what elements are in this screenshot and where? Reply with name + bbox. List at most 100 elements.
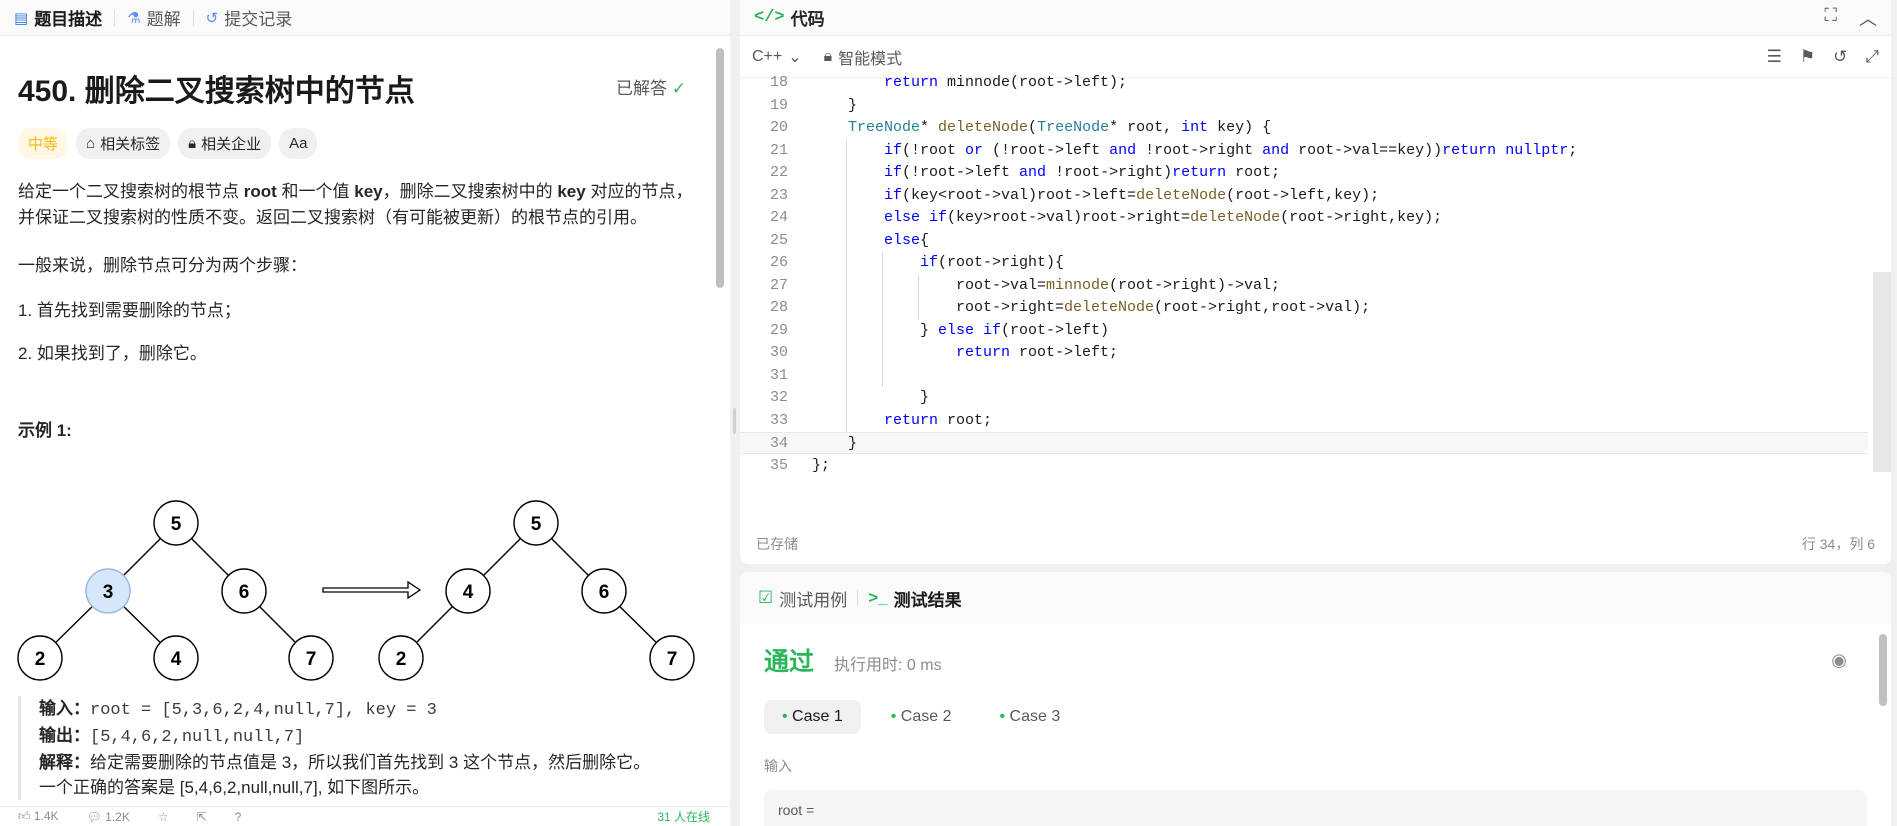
- arrow-right-icon: [322, 580, 422, 600]
- code-text: else{: [884, 231, 930, 249]
- help-icon[interactable]: ?: [235, 810, 242, 824]
- line-number: 19: [769, 96, 788, 114]
- editor-status-bar: 已存储 行 34，列 6: [740, 524, 1891, 564]
- code-line[interactable]: 19}: [740, 95, 1868, 117]
- left-scrollbar[interactable]: [716, 48, 724, 288]
- share-icon[interactable]: ⇱: [197, 810, 207, 824]
- splitter-grip[interactable]: [733, 408, 736, 434]
- step-1: 1. 首先找到需要删除的节点；: [18, 301, 241, 320]
- tree-node-label: 2: [396, 649, 407, 670]
- code-line[interactable]: 35};: [740, 455, 1868, 477]
- font-size-button[interactable]: Aa: [279, 128, 318, 159]
- problem-description: 给定一个二叉搜索树的根节点 root 和一个值 key，删除二叉搜索树中的 ke…: [18, 179, 694, 231]
- indent-guide: [882, 252, 883, 387]
- case-tab-3[interactable]: • Case 3: [982, 700, 1079, 734]
- indent-guide: [846, 139, 847, 432]
- line-number: 20: [769, 119, 788, 136]
- tab-test-results[interactable]: >_ 测试结果: [868, 586, 961, 611]
- line-number: 18: [769, 74, 788, 91]
- like-count: 1.4K: [33, 809, 59, 823]
- tree-diagram: 5 3 6 2 4 7 5 4 6 2 7: [17, 500, 695, 681]
- bookmark-icon[interactable]: ⚑: [1800, 47, 1815, 67]
- tree-node-label: 4: [463, 582, 474, 603]
- code-line[interactable]: 32}: [740, 387, 1868, 409]
- code-line[interactable]: 18 return minnode(root->left);: [740, 72, 1868, 94]
- code-text: };: [812, 456, 831, 474]
- desc-text: ，删除二叉搜索树中的: [382, 182, 558, 201]
- like-button[interactable]: 👍︎ 1.4K: [18, 809, 59, 824]
- code-line[interactable]: 20 TreeNode* deleteNode(TreeNode* root, i…: [740, 117, 1868, 139]
- related-companies-button[interactable]: 🔒︎ 相关企业: [178, 128, 272, 159]
- expand-icon[interactable]: ⤢: [1865, 47, 1879, 67]
- code-text: return minnode(root->left);: [884, 74, 1128, 91]
- related-companies-label: 相关企业: [201, 136, 262, 153]
- example-output: 输出：[5,4,6,2,null,null,7]: [39, 723, 650, 750]
- code-line[interactable]: 25 else{: [740, 230, 1868, 252]
- example-explanation: 解释：给定需要删除的节点值是 3，所以我们首先找到 3 这个节点，然后删除它。: [39, 750, 650, 775]
- font-size-label: Aa: [289, 135, 308, 152]
- code-line[interactable]: 23 if(key<root->val)root->left=deleteNode…: [740, 185, 1868, 207]
- collapse-icon[interactable]: ︿: [1859, 5, 1877, 31]
- cursor-position: 行 34，列 6: [1801, 536, 1875, 552]
- results-tab-bar: ☑ 测试用例 >_ 测试结果: [740, 572, 1891, 624]
- saved-status: 已存储: [756, 536, 798, 552]
- eye-icon[interactable]: ◉: [1831, 650, 1847, 671]
- desc-text: 和一个值: [276, 182, 355, 201]
- line-number: 32: [769, 389, 788, 406]
- code-line[interactable]: 26 if(root->right){: [740, 252, 1868, 274]
- tab-description-label: 题目描述: [34, 10, 103, 29]
- tab-test-cases[interactable]: ☑ 测试用例: [758, 586, 847, 611]
- code-text: TreeNode* deleteNode(TreeNode* root, int…: [848, 119, 1272, 136]
- tree-node-label: 6: [239, 582, 250, 603]
- tab-divider: [857, 590, 859, 606]
- document-icon: ▤: [14, 9, 29, 27]
- verdict-row: 通过 执行用时: 0 ms: [764, 642, 1867, 678]
- code-text: }: [920, 389, 930, 406]
- desc-key: key: [354, 182, 383, 201]
- input-box: root =: [764, 790, 1867, 826]
- line-number: 28: [769, 299, 788, 316]
- format-icon[interactable]: ☰: [1767, 47, 1782, 67]
- code-line[interactable]: 31: [740, 365, 1868, 387]
- vertical-splitter[interactable]: [730, 0, 740, 826]
- pass-dot-icon: •: [890, 708, 901, 725]
- case-tab-2[interactable]: • Case 2: [873, 700, 970, 734]
- smart-mode-toggle[interactable]: 🔒︎ 智能模式: [824, 45, 903, 69]
- reset-icon[interactable]: ↺: [1833, 47, 1847, 67]
- case-tab-1[interactable]: • Case 1: [764, 700, 861, 734]
- code-line[interactable]: 34}: [740, 432, 1868, 454]
- code-line[interactable]: 24 else if(key>root->val)root->right=dele…: [740, 207, 1868, 229]
- smart-mode-label: 智能模式: [838, 50, 903, 68]
- code-scrollbar[interactable]: [1873, 272, 1891, 472]
- language-select[interactable]: C++ ⌄: [752, 47, 802, 67]
- code-line[interactable]: 33 return root;: [740, 410, 1868, 432]
- tab-submissions[interactable]: ↺ 提交记录: [206, 5, 293, 30]
- star-icon[interactable]: ☆: [158, 810, 169, 824]
- language-label: C++: [752, 47, 783, 65]
- tab-solutions[interactable]: ⚗ 题解: [127, 5, 180, 30]
- tab-test-cases-label: 测试用例: [779, 590, 848, 610]
- input-label: 输入: [764, 758, 792, 774]
- lock-icon: 🔒︎: [823, 47, 833, 65]
- code-line[interactable]: 22 if(!root->left and !root->right)return…: [740, 162, 1868, 184]
- tree-node-label: 5: [171, 514, 182, 535]
- difficulty-badge: 中等: [18, 128, 69, 159]
- code-line[interactable]: 29} else if(root->left): [740, 320, 1868, 342]
- code-line[interactable]: 30 return root->left;: [740, 342, 1868, 364]
- line-number: 27: [769, 276, 788, 294]
- related-tags-button[interactable]: ⌂ 相关标签: [76, 128, 171, 159]
- fullscreen-icon[interactable]: ⛶: [1824, 5, 1837, 31]
- explain-label: 解释：: [39, 753, 90, 772]
- code-line[interactable]: 21 if(!root or (!root->left and !root->ri…: [740, 140, 1868, 162]
- tab-divider: [192, 9, 194, 26]
- tree-node-label: 7: [306, 649, 317, 670]
- code-line[interactable]: 28 root->right=deleteNode(root->right,roo…: [740, 297, 1868, 319]
- problem-panel: ▤ 题目描述 ⚗ 题解 ↺ 提交记录 450. 删除二叉搜索树中的节点 已解答 …: [0, 0, 730, 826]
- pass-dot-icon: •: [782, 708, 793, 725]
- tab-solutions-label: 题解: [146, 10, 181, 29]
- comment-button[interactable]: 💬︎ 1.2K: [87, 810, 130, 824]
- code-editor[interactable]: 18 return minnode(root->left); 19} 20 TreeNo…: [740, 72, 1891, 512]
- results-scrollbar[interactable]: [1879, 634, 1887, 706]
- code-line[interactable]: 27 root->val=minnode(root->right)->val;: [740, 275, 1868, 297]
- tab-description[interactable]: ▤ 题目描述: [14, 5, 102, 30]
